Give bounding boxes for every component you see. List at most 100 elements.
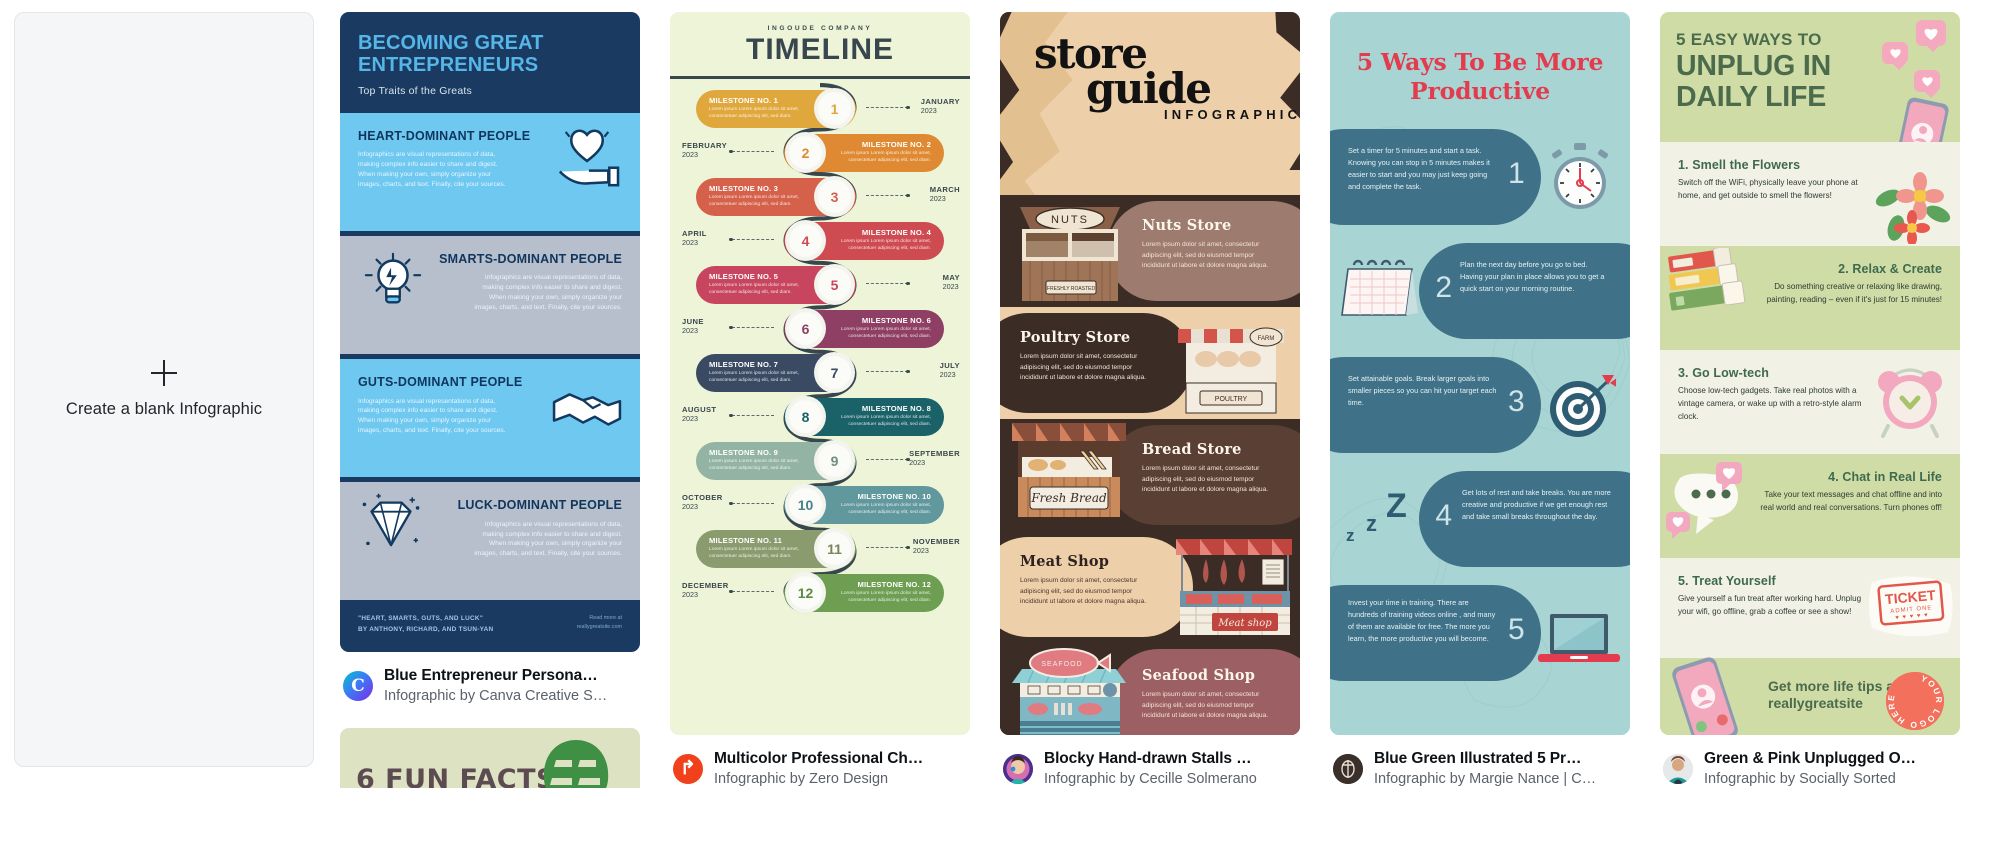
milestone-date: JUNE 2023	[682, 317, 704, 335]
milestone-label: MILESTONE NO. 12	[857, 579, 931, 589]
milestone-label: MILESTONE NO. 4	[861, 227, 931, 237]
date-month: MARCH	[929, 184, 960, 194]
template-card-0: BECOMING GREAT ENTREPRENEURS Top Traits …	[340, 12, 640, 850]
step-body: Set attainable goals. Break larger goals…	[1348, 374, 1497, 407]
svg-text:FRESHLY ROASTED: FRESHLY ROASTED	[1047, 286, 1096, 292]
flower-icon	[1875, 172, 1951, 244]
create-blank-label: Create a blank Infographic	[65, 400, 263, 418]
date-month: NOVEMBER	[912, 536, 960, 546]
leader-line	[729, 237, 774, 241]
tip-body: Do something creative or relaxing like d…	[1766, 282, 1942, 304]
milestone-label: MILESTONE NO. 5	[709, 271, 779, 281]
template-caption[interactable]: Green & Pink Unplugged O… Infographic by…	[1660, 735, 1960, 789]
leader-line	[729, 325, 774, 329]
infographic-five-ways: 5 Ways To Be More Productive Set a timer…	[1330, 12, 1630, 735]
template-title: Green & Pink Unplugged O…	[1704, 750, 1916, 767]
leader-line	[866, 193, 910, 197]
stall-section-seafood: Seafood Shop Lorem ipsum dolor sit amet,…	[1000, 643, 1300, 735]
template-title: Blue Entrepreneur Persona…	[384, 667, 598, 684]
footer-source: Read more at reallygreatsite.com	[576, 615, 622, 631]
entrepreneur-section-2: GUTS-DOMINANT PEOPLE Infographics are vi…	[340, 359, 640, 483]
target-icon	[1550, 375, 1616, 438]
template-caption[interactable]: Blue Green Illustrated 5 Pr… Infographic…	[1330, 735, 1630, 789]
tip-body: Switch off the WiFi, physically leave yo…	[1678, 178, 1858, 200]
milestone-label: MILESTONE NO. 2	[861, 139, 931, 149]
stall-title: Seafood Shop	[1142, 667, 1256, 684]
template-thumbnail-unplug[interactable]: 5 EASY WAYS TO UNPLUG IN DAILY LIFE 1. S…	[1660, 12, 1960, 735]
milestone-label: MILESTONE NO. 1	[709, 95, 779, 105]
svg-text:SEAFOOD: SEAFOOD	[1041, 661, 1082, 668]
milestone-number: 7	[818, 356, 851, 389]
milestone-date: JULY 2023	[940, 361, 960, 379]
meat-stall-illustration: Meat shop	[1176, 539, 1292, 635]
productivity-step-2: Set attainable goals. Break larger goals…	[1330, 357, 1630, 465]
svg-text:Meat shop: Meat shop	[1217, 618, 1272, 629]
entrepreneur-header: BECOMING GREAT ENTREPRENEURS Top Traits …	[340, 12, 640, 113]
milestone-date: MARCH 2023	[930, 185, 960, 203]
entrepreneur-section-0: HEART-DOMINANT PEOPLE Infographics are v…	[340, 112, 640, 236]
milestone-body: Lorem ipsum Lorem ipsum dolor sit amet, …	[841, 591, 931, 603]
leader-line	[866, 457, 910, 461]
speech-bubble-icon	[1666, 462, 1742, 539]
date-month: MAY	[942, 272, 960, 282]
unplug-tip-4: 5. Treat Yourself Give yourself a fun tr…	[1660, 558, 1960, 658]
unplug-tip-3: 4. Chat in Real Life Take your text mess…	[1660, 454, 1960, 558]
step-number: 2	[1435, 271, 1452, 305]
milestone-date: MAY 2023	[943, 273, 960, 291]
creator-photo-icon	[1003, 753, 1033, 784]
svg-text:Fresh Bread: Fresh Bread	[1030, 491, 1107, 505]
template-card-2: store guide INFOGRAPHIC Nuts Store Lorem…	[1000, 12, 1300, 850]
milestone-date: JANUARY 2023	[921, 97, 960, 115]
unplug-tip-2: 3. Go Low-tech Choose low-tech gadgets. …	[1660, 350, 1960, 454]
bread-stall-illustration: Fresh Bread	[1012, 423, 1126, 517]
date-month: JANUARY	[920, 96, 960, 106]
template-thumbnail-store-guide[interactable]: store guide INFOGRAPHIC Nuts Store Lorem…	[1000, 12, 1300, 735]
date-year: 2023	[920, 105, 937, 115]
section-body: Infographics are visual representations …	[474, 520, 622, 558]
avatar	[1333, 753, 1363, 784]
caption-text: Green & Pink Unplugged O… Infographic by…	[1704, 749, 1916, 789]
stopwatch-icon	[1551, 143, 1609, 210]
store-guide-hero: store guide INFOGRAPHIC	[1000, 12, 1300, 195]
step-body: Set a timer for 5 minutes and start a ta…	[1348, 146, 1490, 191]
milestone-number: 9	[818, 444, 851, 477]
stall-body: Lorem ipsum dolor sit amet, consectetur …	[1020, 353, 1147, 382]
template-caption[interactable]: ↱ Multicolor Professional Ch… Infographi…	[670, 735, 970, 789]
heart-bubble-icon	[1914, 70, 1940, 98]
milestone-number: 10	[789, 488, 822, 521]
milestone-body: Lorem ipsum Lorem ipsum dolor sit amet, …	[709, 107, 799, 119]
monogram-icon	[1333, 753, 1363, 784]
blank-card-column: Create a blank Infographic	[14, 12, 340, 850]
template-thumbnail-timeline[interactable]: INGOUDE COMPANY TIMELINE MILESTONE NO. 1…	[670, 12, 970, 735]
heart-bubble-icon	[1916, 20, 1946, 52]
milestone-date: FEBRUARY 2023	[682, 141, 727, 159]
date-year: 2023	[682, 589, 698, 599]
template-thumbnail-entrepreneur[interactable]: BECOMING GREAT ENTREPRENEURS Top Traits …	[340, 12, 640, 652]
laptop-icon	[1538, 614, 1620, 663]
milestone-label: MILESTONE NO. 7	[709, 359, 779, 369]
entrepreneur-section-1: SMARTS-DOMINANT PEOPLE Infographics are …	[340, 235, 640, 359]
milestone-number: 11	[818, 532, 851, 565]
template-card-4: 5 EASY WAYS TO UNPLUG IN DAILY LIFE 1. S…	[1660, 12, 1960, 850]
template-caption[interactable]: C Blue Entrepreneur Persona… Infographic…	[340, 652, 640, 706]
create-blank-infographic-card[interactable]: Create a blank Infographic	[14, 12, 314, 767]
date-year: 2023	[929, 193, 946, 203]
tip-body: Give yourself a fun treat after working …	[1678, 594, 1862, 616]
step-body: Invest your time in training. There are …	[1348, 598, 1496, 643]
milestone-number: 2	[789, 136, 822, 169]
date-year: 2023	[942, 281, 959, 291]
date-year: 2023	[912, 545, 929, 555]
stall-section-meat: Meat Shop Lorem ipsum dolor sit amet, co…	[1000, 531, 1300, 643]
ticket-icon: TICKET ADMIT ONE ♥ ♥ ♥ ♥ ♥	[1869, 576, 1953, 637]
template-caption[interactable]: Blocky Hand-drawn Stalls … Infographic b…	[1000, 735, 1300, 789]
stall-title: Nuts Store	[1142, 217, 1232, 234]
next-row-template-peek[interactable]: 6 FUN FACTS	[340, 727, 640, 788]
caption-text: Multicolor Professional Ch… Infographic …	[714, 749, 923, 789]
caption-text: Blue Green Illustrated 5 Pr… Infographic…	[1374, 749, 1596, 789]
avatar	[1663, 753, 1693, 784]
template-thumbnail-five-ways[interactable]: 5 Ways To Be More Productive Set a timer…	[1330, 12, 1630, 735]
stall-section-poultry: Poultry Store Lorem ipsum dolor sit amet…	[1000, 307, 1300, 419]
books-icon	[1668, 248, 1746, 311]
entrepreneur-section-3: LUCK-DOMINANT PEOPLE Infographics are vi…	[340, 482, 640, 601]
stall-text: Meat Shop Lorem ipsum dolor sit amet, co…	[1000, 541, 1171, 626]
